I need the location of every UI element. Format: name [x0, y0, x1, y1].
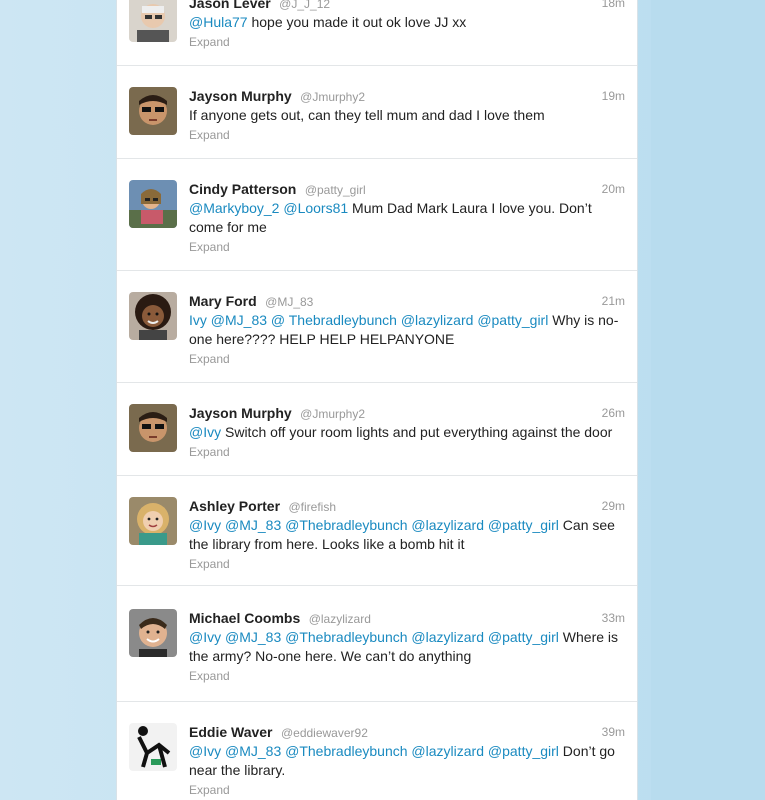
mention-link[interactable]: Ivy: [189, 312, 207, 328]
avatar[interactable]: [129, 723, 177, 771]
avatar[interactable]: [129, 0, 177, 42]
expand-link[interactable]: Expand: [189, 444, 625, 460]
expand-link[interactable]: Expand: [189, 782, 625, 798]
tweet-text: If anyone gets out, can they tell mum an…: [189, 106, 625, 125]
mention-link[interactable]: @patty_girl: [488, 517, 559, 533]
author-handle[interactable]: @Jmurphy2: [300, 407, 365, 421]
author-name[interactable]: Jayson Murphy: [189, 88, 292, 104]
mention-link[interactable]: @ Thebradleybunch: [271, 312, 397, 328]
mention-link[interactable]: @MJ_83: [211, 312, 267, 328]
tweet-timestamp[interactable]: 19m: [602, 87, 625, 105]
mention-link[interactable]: @Markyboy_2: [189, 200, 279, 216]
tweet-text-segment: Switch off your room lights and put ever…: [221, 424, 613, 440]
tweet-item[interactable]: Jayson Murphy @Jmurphy2 19m If anyone ge…: [117, 66, 637, 159]
tweet-text-segment: hope you made it out ok love JJ xx: [247, 14, 467, 30]
avatar[interactable]: [129, 609, 177, 657]
tweet-timeline: Jason Lever @J_J_12 18m @Hula77 hope you…: [116, 0, 638, 800]
tweet-text: Ivy @MJ_83 @ Thebradleybunch @lazylizard…: [189, 311, 625, 349]
mention-link[interactable]: @lazylizard: [411, 743, 484, 759]
avatar[interactable]: [129, 180, 177, 228]
mention-link[interactable]: @lazylizard: [411, 629, 484, 645]
author-name[interactable]: Mary Ford: [189, 293, 257, 309]
tweet-text: @Ivy @MJ_83 @Thebradleybunch @lazylizard…: [189, 516, 625, 554]
tweet-text-segment: If anyone gets out, can they tell mum an…: [189, 107, 545, 123]
mention-link[interactable]: @Hula77: [189, 14, 248, 30]
author-name[interactable]: Jason Lever: [189, 0, 271, 11]
tweet-timestamp[interactable]: 18m: [602, 0, 625, 12]
tweet-text: @Ivy Switch off your room lights and put…: [189, 423, 625, 442]
author-name[interactable]: Cindy Patterson: [189, 181, 296, 197]
mention-link[interactable]: @lazylizard: [411, 517, 484, 533]
mention-link[interactable]: @MJ_83: [225, 743, 281, 759]
mention-link[interactable]: @MJ_83: [225, 517, 281, 533]
avatar[interactable]: [129, 292, 177, 340]
tweet-timestamp[interactable]: 20m: [602, 180, 625, 198]
expand-link[interactable]: Expand: [189, 556, 625, 572]
expand-link[interactable]: Expand: [189, 34, 625, 50]
tweet-item[interactable]: Michael Coombs @lazylizard 33m @Ivy @MJ_…: [117, 586, 637, 702]
mention-link[interactable]: @Ivy: [189, 743, 221, 759]
mention-link[interactable]: @patty_girl: [488, 629, 559, 645]
mention-link[interactable]: @MJ_83: [225, 629, 281, 645]
tweet-item[interactable]: Eddie Waver @eddiewaver92 39m @Ivy @MJ_8…: [117, 702, 637, 800]
author-handle[interactable]: @firefish: [289, 500, 337, 514]
author-name[interactable]: Ashley Porter: [189, 498, 280, 514]
background-stripe: [651, 0, 765, 800]
expand-link[interactable]: Expand: [189, 239, 625, 255]
tweet-item[interactable]: Jayson Murphy @Jmurphy2 26m @Ivy Switch …: [117, 383, 637, 476]
expand-link[interactable]: Expand: [189, 668, 625, 684]
mention-link[interactable]: @Thebradleybunch: [285, 517, 407, 533]
mention-link[interactable]: @Thebradleybunch: [285, 743, 407, 759]
avatar[interactable]: [129, 87, 177, 135]
tweet-text: @Hula77 hope you made it out ok love JJ …: [189, 13, 625, 32]
author-name[interactable]: Michael Coombs: [189, 610, 300, 626]
expand-link[interactable]: Expand: [189, 351, 625, 367]
tweet-item[interactable]: Cindy Patterson @patty_girl 20m @Markybo…: [117, 159, 637, 271]
author-handle[interactable]: @eddiewaver92: [281, 726, 368, 740]
mention-link[interactable]: @Thebradleybunch: [285, 629, 407, 645]
tweet-text: @Ivy @MJ_83 @Thebradleybunch @lazylizard…: [189, 742, 625, 780]
avatar[interactable]: [129, 404, 177, 452]
tweet-timestamp[interactable]: 39m: [602, 723, 625, 741]
mention-link[interactable]: @Ivy: [189, 629, 221, 645]
expand-link[interactable]: Expand: [189, 127, 625, 143]
tweet-timestamp[interactable]: 29m: [602, 497, 625, 515]
tweet-item[interactable]: Ashley Porter @firefish 29m @Ivy @MJ_83 …: [117, 476, 637, 586]
tweet-text: @Markyboy_2 @Loors81 Mum Dad Mark Laura …: [189, 199, 625, 237]
author-handle[interactable]: @Jmurphy2: [300, 90, 365, 104]
tweet-text: @Ivy @MJ_83 @Thebradleybunch @lazylizard…: [189, 628, 625, 666]
mention-link[interactable]: @Loors81: [283, 200, 348, 216]
author-handle[interactable]: @MJ_83: [265, 295, 313, 309]
author-name[interactable]: Eddie Waver: [189, 724, 273, 740]
mention-link[interactable]: @lazylizard: [401, 312, 474, 328]
mention-link[interactable]: @patty_girl: [477, 312, 548, 328]
tweet-timestamp[interactable]: 21m: [602, 292, 625, 310]
mention-link[interactable]: @Ivy: [189, 517, 221, 533]
author-handle[interactable]: @patty_girl: [305, 183, 366, 197]
tweet-item[interactable]: Mary Ford @MJ_83 21m Ivy @MJ_83 @ Thebra…: [117, 271, 637, 383]
author-name[interactable]: Jayson Murphy: [189, 405, 292, 421]
mention-link[interactable]: @Ivy: [189, 424, 221, 440]
tweet-timestamp[interactable]: 26m: [602, 404, 625, 422]
mention-link[interactable]: @patty_girl: [488, 743, 559, 759]
author-handle[interactable]: @lazylizard: [309, 612, 371, 626]
tweet-timestamp[interactable]: 33m: [602, 609, 625, 627]
author-handle[interactable]: @J_J_12: [279, 0, 330, 11]
tweet-item[interactable]: Jason Lever @J_J_12 18m @Hula77 hope you…: [117, 0, 637, 66]
avatar[interactable]: [129, 497, 177, 545]
